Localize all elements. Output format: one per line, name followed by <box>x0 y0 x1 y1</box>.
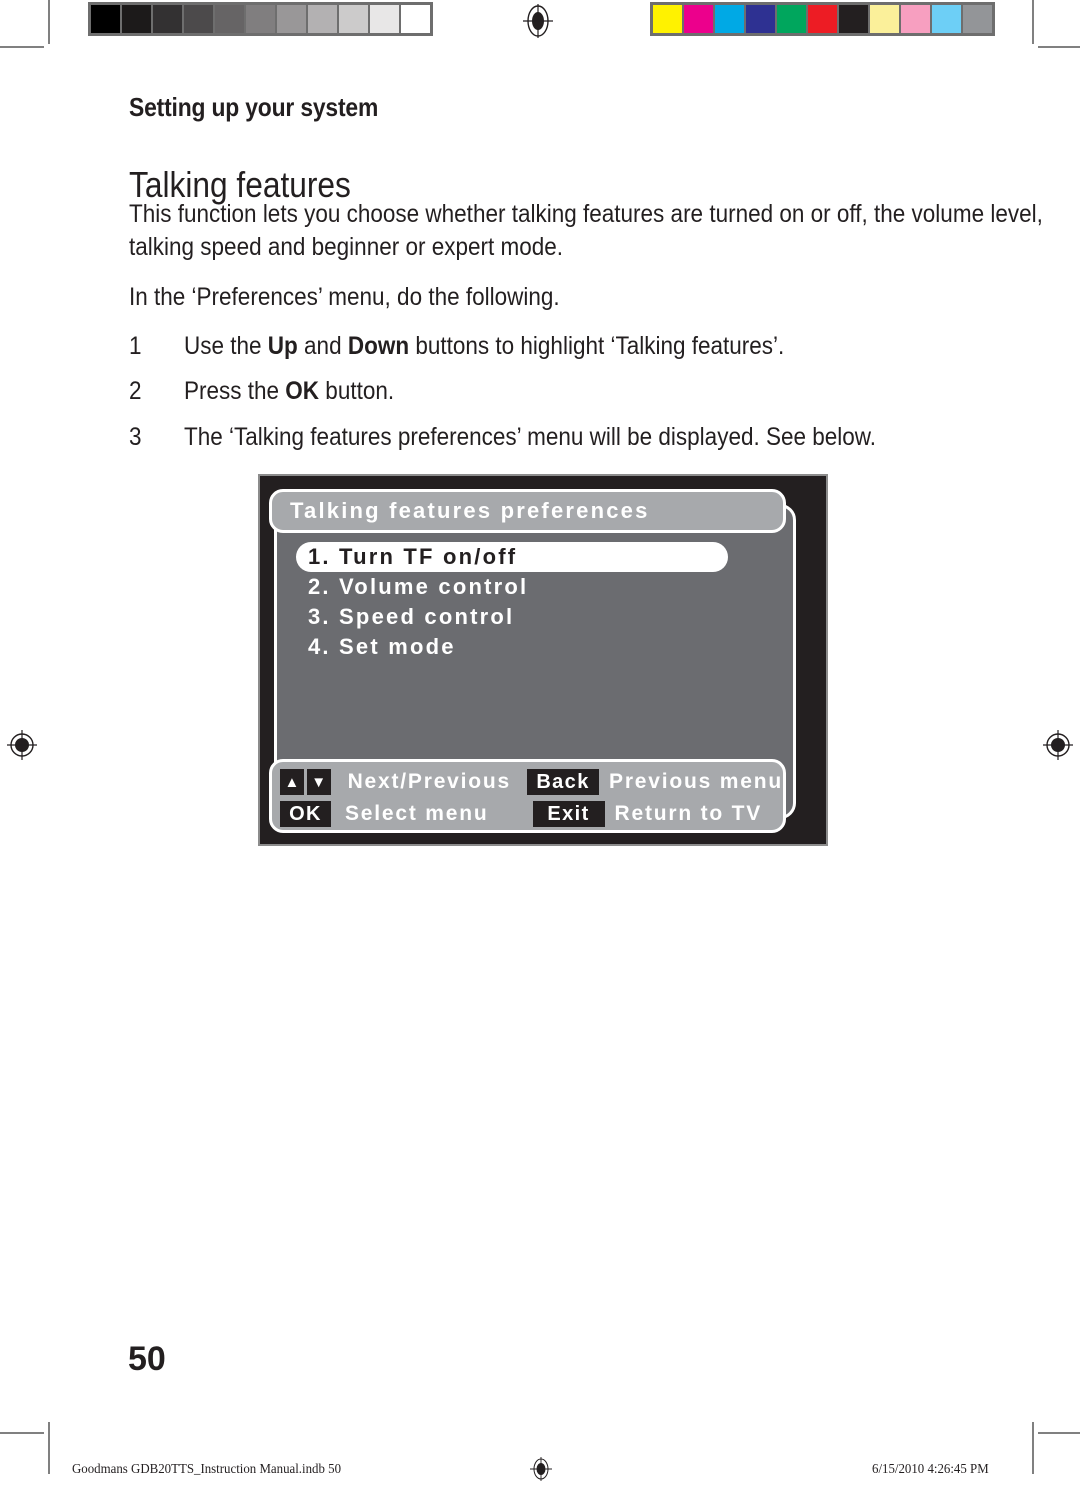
step-2-text: Press the OK button. <box>184 375 1080 408</box>
osd-menu-item-label: 2. Volume control <box>308 574 529 599</box>
registration-mark-footer <box>529 1457 553 1481</box>
osd-menu-item-label: 3. Speed control <box>308 604 515 629</box>
osd-menu-item-set-mode[interactable]: 4. Set mode <box>296 632 766 662</box>
intro-paragraph: This function lets you choose whether ta… <box>129 198 1059 264</box>
step-1-text-b: and <box>297 332 348 360</box>
osd-title-bar: Talking features preferences <box>269 489 786 533</box>
osd-menu-item-label: 1. Turn TF on/off <box>308 544 518 569</box>
footer-filename: Goodmans GDB20TTS_Instruction Manual.ind… <box>72 1462 342 1477</box>
step-1-bold-up: Up <box>267 332 298 360</box>
step-1-number: 1 <box>129 332 142 360</box>
section-kicker: Setting up your system <box>129 92 379 122</box>
step-2-text-c: button. <box>319 377 395 405</box>
preferences-paragraph-text: In the ‘Preferences’ menu, do the follow… <box>129 283 560 311</box>
osd-menu-item-label: 4. Set mode <box>308 634 456 659</box>
osd-menu-item-speed-control[interactable]: 3. Speed control <box>296 602 766 632</box>
tv-screen-content: Talking features preferences 1. Turn TF … <box>260 476 826 844</box>
osd-hint-label-next-previous: Next/Previous <box>347 770 512 793</box>
osd-menu-list: 1. Turn TF on/off 2. Volume control 3. S… <box>296 542 766 662</box>
step-1-bold-down: Down <box>347 332 410 360</box>
back-key[interactable]: Back <box>527 769 600 795</box>
step-1-text-c: buttons to highlight ‘Talking features’. <box>409 332 785 360</box>
step-2-number: 2 <box>129 377 142 405</box>
step-1-text: Use the Up and Down buttons to highlight… <box>184 330 1080 363</box>
exit-key[interactable]: Exit <box>532 801 605 827</box>
ok-key[interactable]: OK <box>280 801 331 827</box>
intro-paragraph-text: This function lets you choose whether ta… <box>129 200 1043 261</box>
arrow-down-icon[interactable]: ▼ <box>306 769 331 795</box>
osd-hint-label-return-to-tv: Return to TV <box>614 802 763 825</box>
preferences-paragraph: In the ‘Preferences’ menu, do the follow… <box>129 281 1059 314</box>
step-3-number: 3 <box>129 423 142 451</box>
step-3: 3 The ‘Talking features preferences’ men… <box>129 421 1059 454</box>
osd-menu-item-turn-tf-on-off[interactable]: 1. Turn TF on/off <box>296 542 728 572</box>
osd-hint-bar: ▲ ▼ Next/Previous Back Previous menu OK … <box>269 759 786 833</box>
step-1: 1 Use the Up and Down buttons to highlig… <box>129 330 1059 363</box>
osd-hint-row-select: OK Select menu Exit Return to TV <box>280 798 783 830</box>
tv-screen-illustration: Talking features preferences 1. Turn TF … <box>258 474 828 846</box>
step-2-text-a: Press the <box>184 377 286 405</box>
step-2: 2 Press the OK button. <box>129 375 1059 408</box>
osd-hint-label-select-menu: Select menu <box>345 802 489 825</box>
footer-timestamp: 6/15/2010 4:26:45 PM <box>872 1462 989 1477</box>
step-3-text: The ‘Talking features preferences’ menu … <box>184 423 877 451</box>
step-2-bold-ok: OK <box>285 377 320 405</box>
osd-hint-label-previous-menu: Previous menu <box>609 770 783 793</box>
osd-hint-row-navigation: ▲ ▼ Next/Previous Back Previous menu <box>280 766 783 798</box>
osd-menu-item-volume-control[interactable]: 2. Volume control <box>296 572 766 602</box>
arrow-up-icon[interactable]: ▲ <box>280 769 304 795</box>
manual-page: Setting up your system Talking features … <box>0 0 1080 1491</box>
step-1-text-a: Use the <box>184 332 268 360</box>
osd-title-text: Talking features preferences <box>290 498 650 523</box>
page-number: 50 <box>128 1340 166 1378</box>
